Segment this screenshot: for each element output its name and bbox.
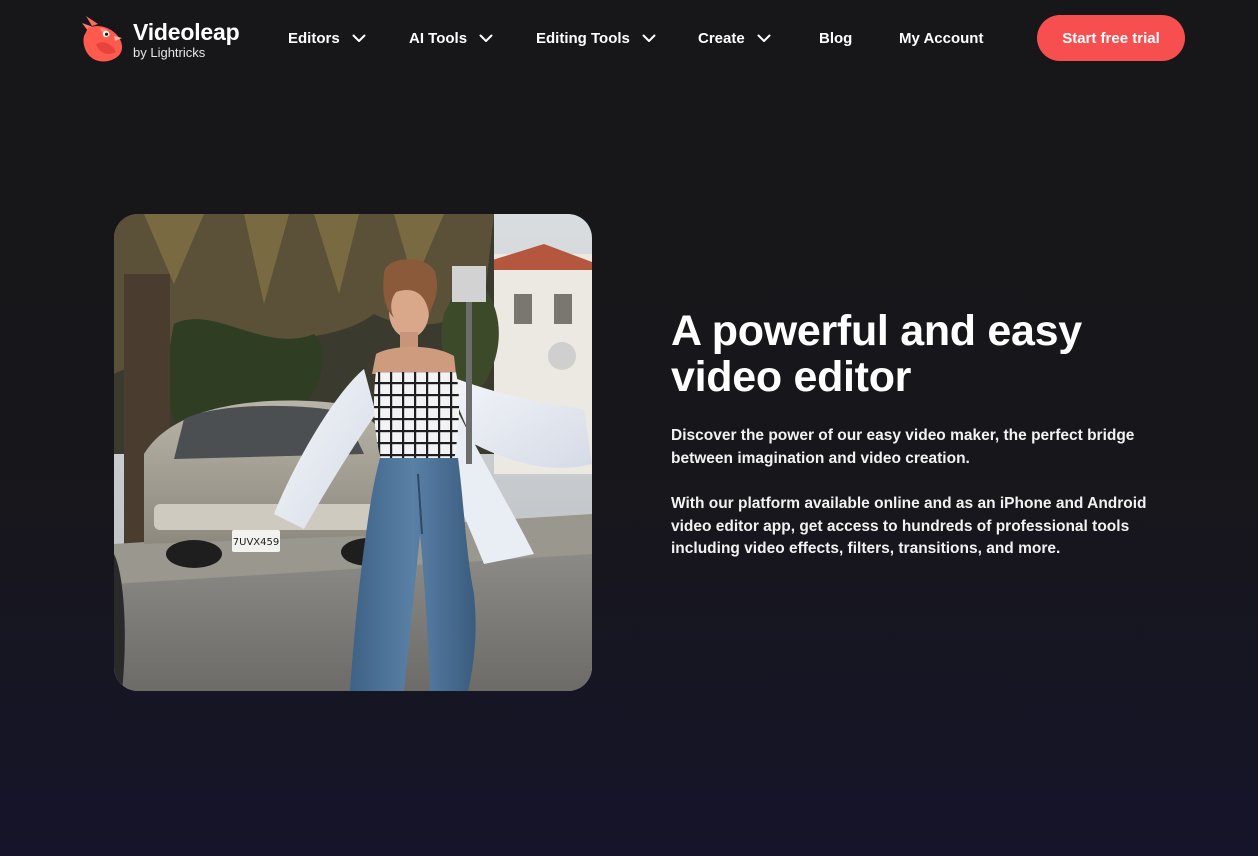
videoleap-bird-logo-icon: [82, 16, 123, 62]
start-free-trial-button[interactable]: Start free trial: [1037, 15, 1185, 61]
nav-ai-tools-label: AI Tools: [409, 29, 468, 47]
nav-editing-tools-label: Editing Tools: [536, 29, 630, 47]
nav-create-label: Create: [698, 29, 745, 47]
chevron-down-icon: [757, 34, 771, 42]
hero-title: A powerful and easy video editor: [671, 308, 1191, 400]
nav-editors-label: Editors: [288, 29, 340, 47]
nav-create[interactable]: Create: [698, 26, 771, 50]
chevron-down-icon: [642, 34, 656, 42]
brand-sub: by Lightricks: [133, 44, 206, 60]
hero-video-preview: 7UVX459: [114, 214, 592, 691]
nav-editing-tools[interactable]: Editing Tools: [536, 26, 656, 50]
hero-title-line-1: A powerful and easy: [671, 307, 1082, 355]
videoleap-logo[interactable]: Videoleap by Lightricks: [78, 12, 240, 68]
nav-blog[interactable]: Blog: [819, 26, 852, 50]
chevron-down-icon: [479, 34, 493, 42]
hero-paragraph-2: With our platform available online and a…: [671, 495, 1147, 557]
hero-photo-illustration: 7UVX459: [114, 214, 592, 691]
license-plate-text: 7UVX459: [233, 537, 279, 548]
chevron-down-icon: [352, 34, 366, 42]
site-header: Videoleap by Lightricks Editors AI Tools…: [0, 0, 1258, 76]
brand-name: Videoleap: [133, 18, 240, 45]
logo-text: Videoleap by Lightricks: [133, 18, 240, 61]
hero-paragraph-1: Discover the power of our easy video mak…: [671, 427, 1135, 467]
nav-editors[interactable]: Editors: [288, 26, 366, 50]
nav-ai-tools[interactable]: AI Tools: [409, 26, 493, 50]
hero-title-line-2: video editor: [671, 353, 912, 401]
nav-my-account[interactable]: My Account: [899, 26, 983, 50]
